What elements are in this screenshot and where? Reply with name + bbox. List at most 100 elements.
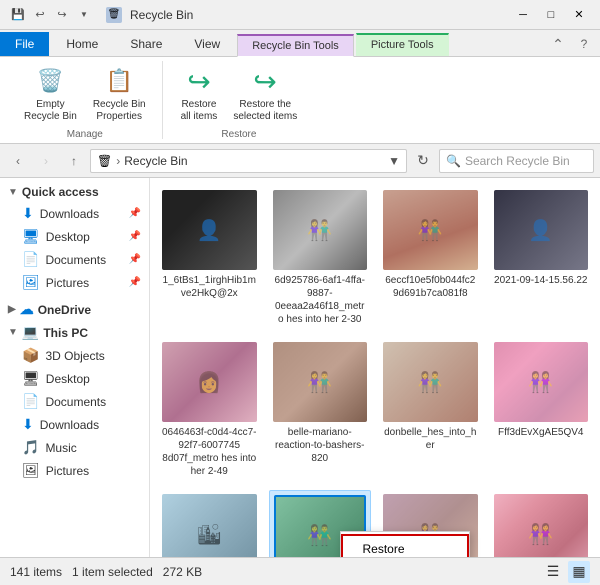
restore-all-icon: ↩ [183,65,215,97]
sidebar-item-documents2[interactable]: 📄 Documents [0,390,149,413]
list-item[interactable]: 👭 Fff3dEvXgAE5QV4 [490,338,593,482]
3dobjects-label: 3D Objects [45,349,104,363]
pictures2-icon: 🖼 [22,462,40,479]
address-box[interactable]: 🗑 › Recycle Bin ▼ [90,149,407,173]
restore-selected-icon: ↩ [249,65,281,97]
file-thumbnail: 👫 [383,190,478,270]
properties-label: Recycle BinProperties [93,99,146,123]
tab-home[interactable]: Home [51,32,113,56]
tab-view[interactable]: View [179,32,235,56]
list-view-btn[interactable]: ☰ [542,561,564,583]
ribbon-content: 🗑️ EmptyRecycle Bin 📋 Recycle BinPropert… [0,56,600,144]
music-label: Music [45,441,76,455]
list-item[interactable]: 🏙 FfI5ynnaEAAVG3N [158,490,261,557]
minimize-btn[interactable]: ─ [510,5,536,25]
pictures-icon: 🖼 [22,274,40,291]
sidebar-item-downloads[interactable]: ⬇ Downloads 📌 [0,202,149,225]
recycle-bin-properties-btn[interactable]: 📋 Recycle BinProperties [87,63,152,125]
sidebar-item-downloads2[interactable]: ⬇ Downloads [0,413,149,436]
context-menu: Restore Cut Delete Properties [340,531,470,557]
downloads2-label: Downloads [40,418,99,432]
status-bar: 141 items 1 item selected 272 KB ☰ ▦ [0,557,600,585]
pictures-pin-icon: 📌 [129,277,141,288]
quick-access-arrow: ▼ [8,187,18,198]
sidebar-item-pictures[interactable]: 🖼 Pictures 📌 [0,271,149,294]
file-thumbnail: 👫 [273,342,368,422]
sidebar-item-desktop[interactable]: 🖥 Desktop 📌 [0,225,149,248]
music-icon: 🎵 [22,439,39,456]
pictures2-label: Pictures [46,464,89,478]
folder-icon: 🗑 [97,154,112,168]
address-bar: ‹ › ↑ 🗑 › Recycle Bin ▼ ↻ 🔍 Search Recyc… [0,144,600,178]
list-item[interactable]: 👤 1_6tBs1_1irghHib1mve2HkQ@2x [158,186,261,330]
maximize-btn[interactable]: □ [538,5,564,25]
address-dropdown-btn[interactable]: ▼ [388,154,400,168]
sidebar-item-3dobjects[interactable]: 📦 3D Objects [0,344,149,367]
grid-view-btn[interactable]: ▦ [568,561,590,583]
quick-access-header[interactable]: ▼ Quick access [0,182,149,202]
forward-btn[interactable]: › [34,149,58,173]
ribbon-group-restore: ↩ Restoreall items ↩ Restore theselected… [165,61,314,139]
list-item[interactable]: 👫 metro-donny-pan-belle-mi hes-into-h...… [269,490,372,557]
context-menu-restore[interactable]: Restore [341,534,469,557]
list-item[interactable]: 👫 belle-mariano-reaction-to-bashers-820 [269,338,372,482]
tab-share[interactable]: Share [115,32,177,56]
refresh-btn[interactable]: ↻ [411,149,435,173]
restore-all-btn[interactable]: ↩ Restoreall items [175,63,224,125]
downloads-pin-icon: 📌 [129,208,141,219]
window-controls: ─ □ ✕ [510,5,592,25]
tab-file[interactable]: File [0,32,49,56]
close-btn[interactable]: ✕ [566,5,592,25]
list-item[interactable]: 👭 TeamGalaxy-Donbelle-brings-awesome-to-… [490,490,593,557]
undo-btn[interactable]: ↩ [30,5,50,25]
redo-btn[interactable]: ↪ [52,5,72,25]
onedrive-header[interactable]: ▶ ☁ OneDrive [0,298,149,321]
file-thumbnail: 🏙 [162,494,257,557]
thispc-header[interactable]: ▼ 💻 This PC [0,321,149,344]
tab-picture-tools[interactable]: Picture Tools [356,33,449,56]
file-label: donbelle_hes_into_her [383,426,478,452]
desktop-pin-icon: 📌 [129,231,141,242]
sidebar-item-pictures2[interactable]: 🖼 Pictures [0,459,149,482]
save-btn[interactable]: 💾 [8,5,28,25]
pictures-label: Pictures [46,276,89,290]
view-controls: ☰ ▦ [542,561,590,583]
sidebar-item-desktop2[interactable]: 🖥 Desktop [0,367,149,390]
file-grid-container[interactable]: 👤 1_6tBs1_1irghHib1mve2HkQ@2x 👫 6d925786… [150,178,600,557]
sidebar-item-documents[interactable]: 📄 Documents 📌 [0,248,149,271]
search-icon: 🔍 [446,154,461,168]
file-thumbnail: 👫 [383,342,478,422]
list-item[interactable]: 👤 2021-09-14-15.56.22 [490,186,593,330]
downloads-icon: ⬇ [22,205,34,222]
file-label: 1_6tBs1_1irghHib1mve2HkQ@2x [162,274,257,300]
desktop2-icon: 🖥 [22,370,40,387]
help-btn[interactable]: ? [572,32,596,56]
list-item[interactable]: 👩 0646463f-c0d4-4cc7-92f7-6007745 8d07f_… [158,338,261,482]
dropdown-btn[interactable]: ▼ [74,5,94,25]
empty-recycle-bin-btn[interactable]: 🗑️ EmptyRecycle Bin [18,63,83,125]
tab-recycle-bin-tools[interactable]: Recycle Bin Tools [237,34,354,57]
back-btn[interactable]: ‹ [6,149,30,173]
desktop-label: Desktop [46,230,90,244]
file-label: 6d925786-6af1-4ffa-9887-0eeaa2a46f18_met… [273,274,368,326]
search-placeholder: Search Recycle Bin [465,154,570,168]
file-thumbnail: 👩 [162,342,257,422]
list-item[interactable]: 👫 donbelle_hes_into_her [379,338,482,482]
manage-buttons: 🗑️ EmptyRecycle Bin 📋 Recycle BinPropert… [18,63,152,125]
item-count: 141 items [10,565,62,579]
properties-icon: 📋 [103,65,135,97]
list-item[interactable]: 👫 6d925786-6af1-4ffa-9887-0eeaa2a46f18_m… [269,186,372,330]
title-bar: 💾 ↩ ↪ ▼ 🗑 Recycle Bin ─ □ ✕ [0,0,600,30]
empty-recycle-label: EmptyRecycle Bin [24,99,77,123]
up-btn[interactable]: ↑ [62,149,86,173]
list-item[interactable]: 👫 6eccf10e5f0b044fc29d691b7ca081f8 [379,186,482,330]
thispc-icon: 💻 [22,324,39,341]
sidebar: ▼ Quick access ⬇ Downloads 📌 🖥 Desktop 📌… [0,178,150,557]
file-size: 272 KB [163,565,202,579]
restore-selected-btn[interactable]: ↩ Restore theselected items [227,63,303,125]
downloads-label: Downloads [40,207,99,221]
ribbon-collapse-btn[interactable]: ⌃ [546,32,570,56]
sidebar-item-music[interactable]: 🎵 Music [0,436,149,459]
search-box[interactable]: 🔍 Search Recycle Bin [439,149,594,173]
window-title: Recycle Bin [130,8,193,22]
